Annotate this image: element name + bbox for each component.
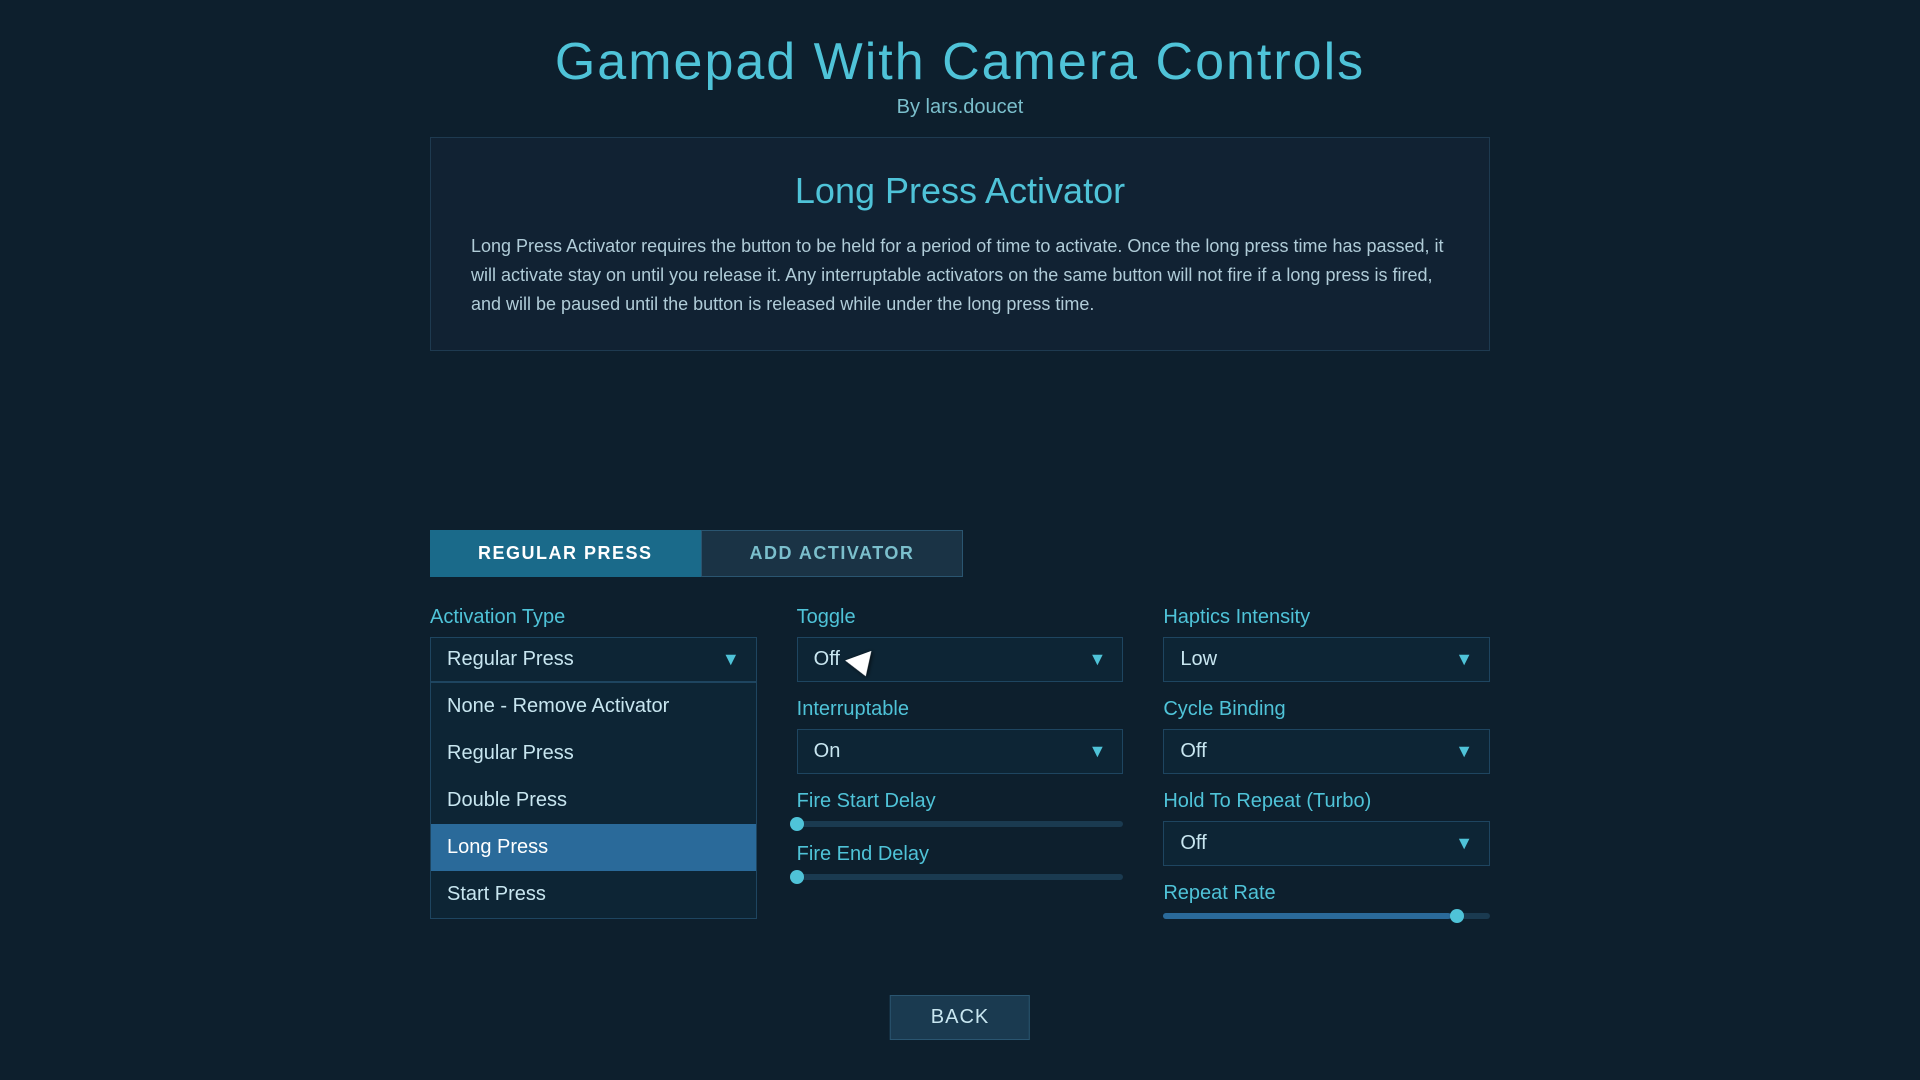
fire-end-delay-thumb[interactable]	[790, 870, 804, 884]
page-title-area: Gamepad With Camera Controls By lars.dou…	[0, 0, 1920, 127]
left-column: Activation Type Regular Press ▼ None - R…	[430, 590, 757, 919]
option-regular-press[interactable]: Regular Press	[431, 730, 756, 777]
interruptable-chevron: ▼	[1089, 741, 1107, 762]
interruptable-select[interactable]: On ▼	[797, 729, 1124, 774]
tab-regular-press[interactable]: REGULAR PRESS	[430, 530, 701, 577]
activation-type-dropdown-container: Regular Press ▼ None - Remove Activator …	[430, 637, 757, 682]
section-title: Long Press Activator	[471, 170, 1449, 212]
fire-start-delay-slider[interactable]	[797, 821, 1124, 827]
middle-column: Toggle Off ▼ Interruptable On ▼ Fire Sta…	[797, 590, 1124, 919]
hold-to-repeat-label: Hold To Repeat (Turbo)	[1163, 790, 1490, 813]
option-long-press[interactable]: Long Press	[431, 824, 756, 871]
fire-end-delay-slider[interactable]	[797, 874, 1124, 880]
haptics-intensity-chevron: ▼	[1455, 649, 1473, 670]
hold-to-repeat-value: Off	[1180, 832, 1206, 855]
main-content-box: Long Press Activator Long Press Activato…	[430, 137, 1490, 351]
tab-add-activator[interactable]: ADD ACTIVATOR	[701, 530, 964, 577]
toggle-label: Toggle	[797, 606, 1124, 629]
haptics-intensity-label: Haptics Intensity	[1163, 606, 1490, 629]
hold-to-repeat-select[interactable]: Off ▼	[1163, 821, 1490, 866]
fire-end-delay-track	[797, 874, 1124, 880]
fire-end-delay-label: Fire End Delay	[797, 843, 1124, 866]
fire-start-delay-track	[797, 821, 1124, 827]
option-none-remove-activator[interactable]: None - Remove Activator	[431, 683, 756, 730]
activation-type-select[interactable]: Regular Press ▼	[430, 637, 757, 682]
page-subtitle: By lars.doucet	[0, 96, 1920, 119]
haptics-intensity-select[interactable]: Low ▼	[1163, 637, 1490, 682]
option-double-press[interactable]: Double Press	[431, 777, 756, 824]
right-column: Haptics Intensity Low ▼ Cycle Binding Of…	[1163, 590, 1490, 919]
interruptable-label: Interruptable	[797, 698, 1124, 721]
toggle-chevron: ▼	[1089, 649, 1107, 670]
repeat-rate-thumb[interactable]	[1450, 909, 1464, 923]
activation-type-label: Activation Type	[430, 606, 757, 629]
toggle-select[interactable]: Off ▼	[797, 637, 1124, 682]
repeat-rate-label: Repeat Rate	[1163, 882, 1490, 905]
controls-area: Activation Type Regular Press ▼ None - R…	[0, 590, 1920, 919]
fire-start-delay-thumb[interactable]	[790, 817, 804, 831]
section-description: Long Press Activator requires the button…	[471, 232, 1449, 318]
back-button-area: BACK	[890, 995, 1030, 1040]
toggle-value: Off	[814, 648, 840, 671]
back-button[interactable]: BACK	[890, 995, 1030, 1040]
tabs-area: REGULAR PRESS ADD ACTIVATOR	[0, 530, 1920, 577]
activation-type-dropdown: None - Remove Activator Regular Press Do…	[430, 682, 757, 919]
page-title: Gamepad With Camera Controls	[0, 32, 1920, 92]
repeat-rate-fill	[1163, 913, 1450, 919]
repeat-rate-slider[interactable]	[1163, 913, 1490, 919]
cycle-binding-select[interactable]: Off ▼	[1163, 729, 1490, 774]
cycle-binding-chevron: ▼	[1455, 741, 1473, 762]
activation-type-chevron: ▼	[722, 649, 740, 670]
cycle-binding-label: Cycle Binding	[1163, 698, 1490, 721]
haptics-intensity-value: Low	[1180, 648, 1217, 671]
option-start-press[interactable]: Start Press	[431, 871, 756, 918]
fire-start-delay-label: Fire Start Delay	[797, 790, 1124, 813]
hold-to-repeat-chevron: ▼	[1455, 833, 1473, 854]
interruptable-value: On	[814, 740, 841, 763]
repeat-rate-track	[1163, 913, 1490, 919]
cycle-binding-value: Off	[1180, 740, 1206, 763]
activation-type-value: Regular Press	[447, 648, 574, 671]
